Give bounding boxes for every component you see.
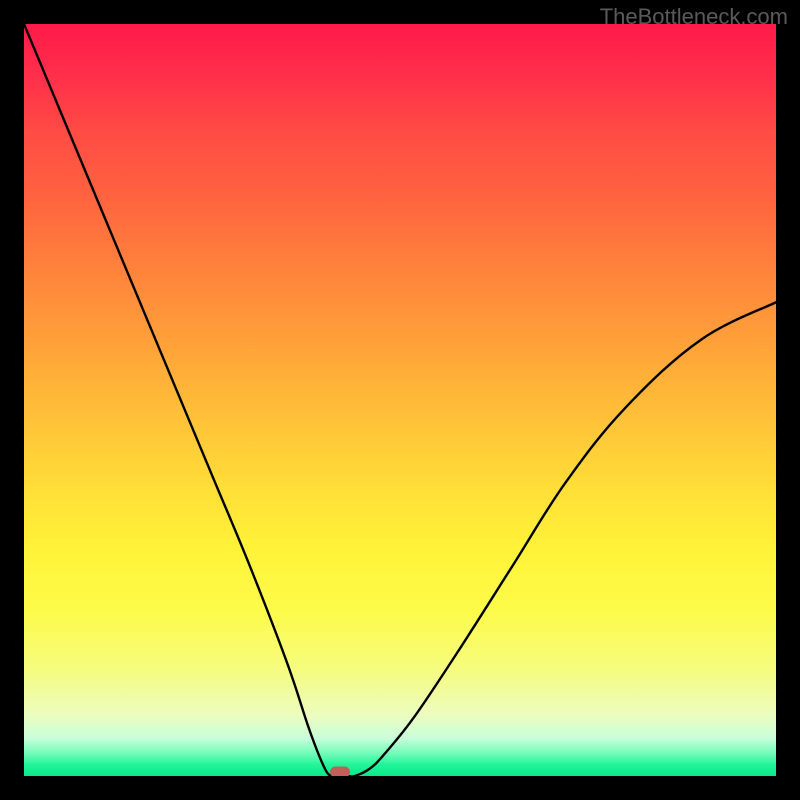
curve-svg bbox=[24, 24, 776, 776]
optimum-marker bbox=[330, 767, 350, 776]
bottleneck-curve bbox=[24, 24, 776, 776]
plot-area bbox=[24, 24, 776, 776]
watermark-text: TheBottleneck.com bbox=[600, 4, 788, 30]
